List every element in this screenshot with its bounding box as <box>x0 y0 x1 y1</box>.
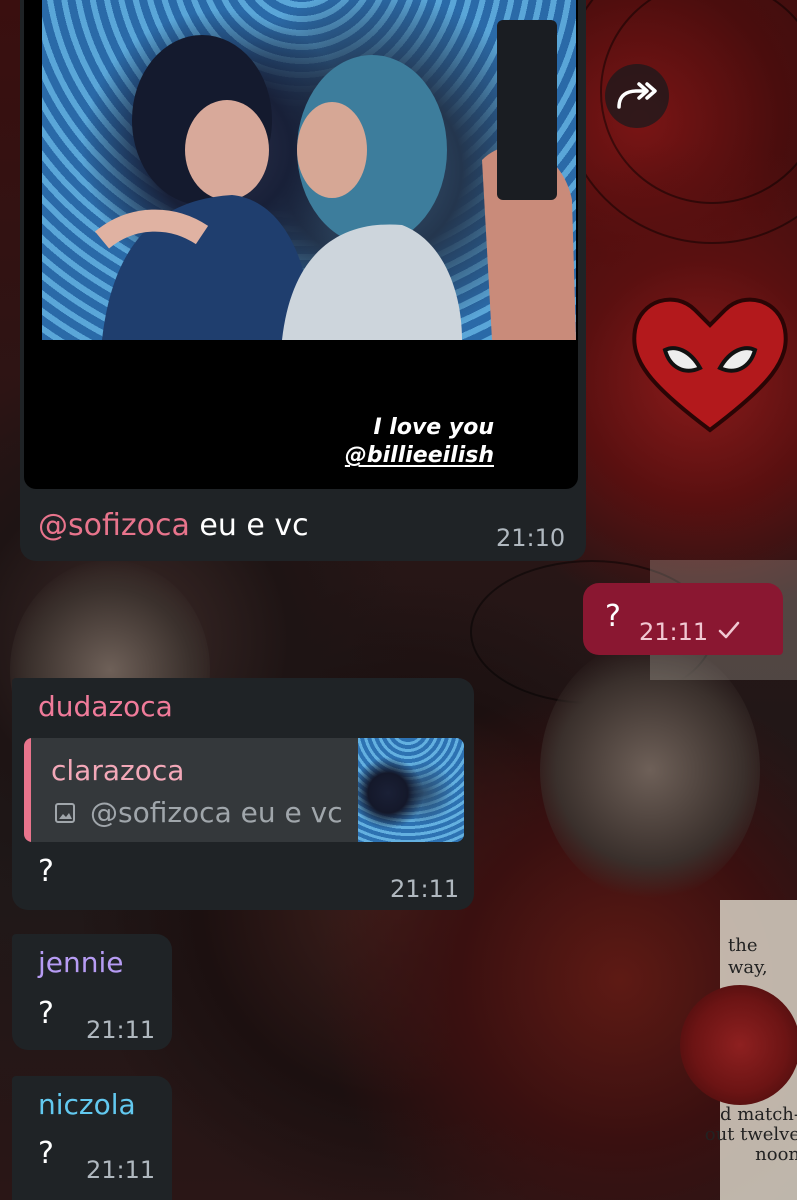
caption-text: eu e vc <box>189 508 309 543</box>
mention-link[interactable]: @sofizoca <box>38 508 190 543</box>
reply-accent-bar <box>24 738 31 842</box>
forward-button[interactable] <box>605 64 669 128</box>
message-time: 21:11 <box>86 1016 156 1044</box>
forward-icon <box>617 82 657 109</box>
message-bubble-outgoing[interactable]: ? 21:11 <box>583 583 783 655</box>
reply-thumbnail <box>358 738 464 842</box>
sender-name[interactable]: niczola <box>38 1088 136 1121</box>
message-time: 21:10 <box>496 524 566 552</box>
message-text: ? <box>605 599 621 634</box>
media-caption: @sofizoca eu e vc <box>38 508 309 544</box>
sender-name[interactable]: dudazoca <box>38 690 173 723</box>
wax-seal <box>680 985 797 1105</box>
message-text: ? <box>38 996 54 1031</box>
story-image[interactable]: I love you @billieeilish <box>24 0 578 489</box>
story-caption-love: I love you <box>373 415 494 440</box>
message-time: 21:11 <box>639 618 709 646</box>
reply-author: clarazoca <box>51 754 185 787</box>
story-caption-mention: @billieeilish <box>344 443 494 468</box>
image-icon <box>55 803 75 823</box>
message-text: ? <box>38 854 54 889</box>
spiderman-heart-sticker <box>632 297 788 433</box>
message-time: 21:11 <box>390 875 460 903</box>
message-bubble-jennie[interactable]: jennie ? 21:11 <box>12 934 172 1050</box>
message-time: 21:11 <box>86 1156 156 1184</box>
message-text: ? <box>38 1136 54 1171</box>
reply-text: @sofizoca eu e vc <box>90 796 343 829</box>
reply-preview[interactable]: clarazoca @sofizoca eu e vc <box>24 738 464 842</box>
sender-name[interactable]: jennie <box>38 946 124 979</box>
kiss-photo <box>42 0 576 340</box>
message-bubble-niczola[interactable]: niczola ? 21:11 <box>12 1076 172 1200</box>
check-icon <box>718 621 740 639</box>
